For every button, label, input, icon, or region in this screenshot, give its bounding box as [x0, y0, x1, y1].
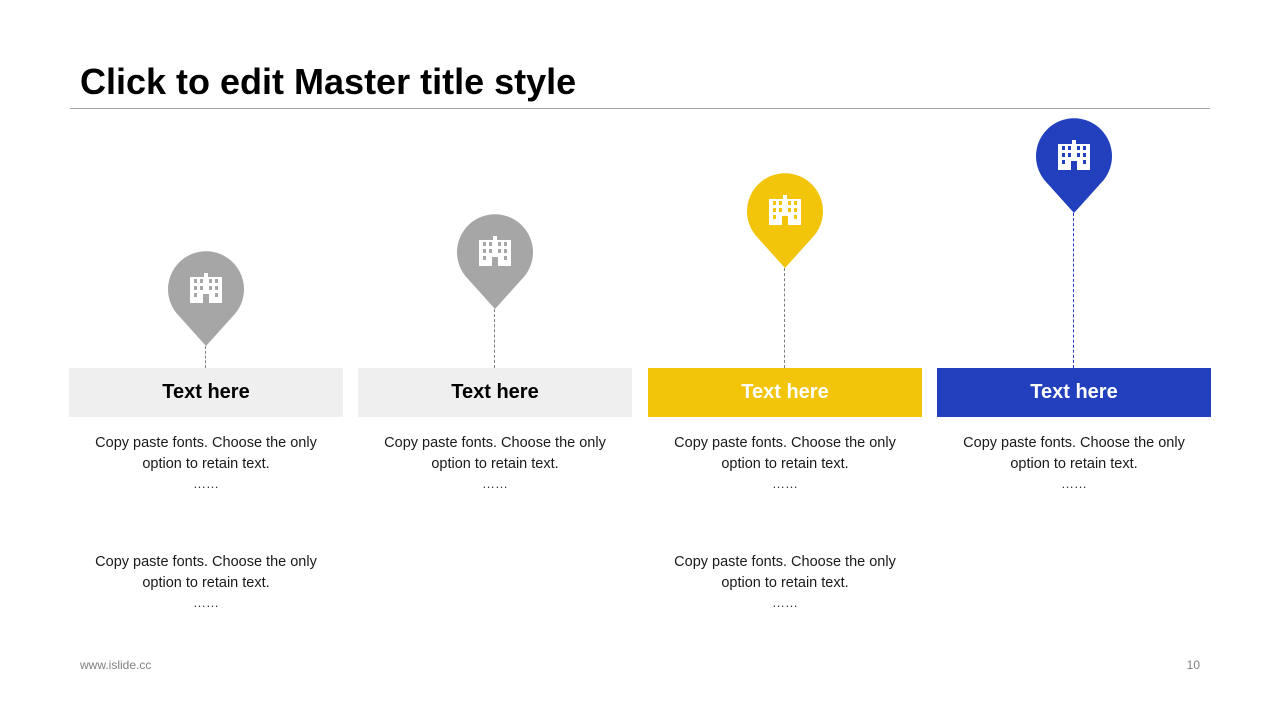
description-line: Copy paste fonts. Choose the only [384, 435, 606, 451]
description-line: option to retain text. [142, 456, 270, 472]
description-line: Copy paste fonts. Choose the only [95, 554, 317, 570]
label-bar[interactable]: Text here [937, 368, 1211, 417]
column-2: Text here Copy paste fonts. Choose the o… [358, 0, 632, 720]
label-bar[interactable]: Text here [69, 368, 343, 417]
column-4: Text here Copy paste fonts. Choose the o… [937, 0, 1211, 720]
description-line: Copy paste fonts. Choose the only [95, 435, 317, 451]
description-line: option to retain text. [1010, 456, 1138, 472]
map-pin-3 [746, 173, 824, 269]
column-3: Text here Copy paste fonts. Choose the o… [648, 0, 922, 720]
ellipsis-dots: …… [772, 476, 798, 491]
dashed-connector [784, 268, 785, 368]
description-text-block[interactable]: Copy paste fonts. Choose the only option… [69, 433, 343, 493]
dashed-connector [1073, 213, 1074, 368]
ellipsis-dots: …… [482, 476, 508, 491]
description-text-block-2[interactable]: Copy paste fonts. Choose the only option… [69, 552, 343, 612]
building-icon [479, 236, 511, 266]
ellipsis-dots: …… [193, 476, 219, 491]
map-pin-icon [1036, 118, 1112, 213]
building-icon [190, 273, 222, 303]
description-line: Copy paste fonts. Choose the only [963, 435, 1185, 451]
description-text-block-2[interactable]: Copy paste fonts. Choose the only option… [648, 552, 922, 612]
ellipsis-dots: …… [1061, 476, 1087, 491]
description-text-block[interactable]: Copy paste fonts. Choose the only option… [937, 433, 1211, 493]
map-pin-1 [167, 251, 245, 347]
ellipsis-dots: …… [772, 595, 798, 610]
description-line: Copy paste fonts. Choose the only [674, 554, 896, 570]
dashed-connector [205, 346, 206, 368]
page-number: 10 [1186, 658, 1200, 672]
building-icon [769, 195, 801, 225]
map-pin-icon [457, 214, 533, 309]
description-line: option to retain text. [431, 456, 559, 472]
footer-url[interactable]: www.islide.cc [80, 658, 151, 672]
description-line: Copy paste fonts. Choose the only [674, 435, 896, 451]
map-pin-icon [168, 251, 244, 346]
building-icon [1058, 140, 1090, 170]
description-text-block[interactable]: Copy paste fonts. Choose the only option… [358, 433, 632, 493]
map-pin-2 [456, 214, 534, 310]
label-bar[interactable]: Text here [358, 368, 632, 417]
map-pin-4 [1035, 118, 1113, 214]
slide: Click to edit Master title style Text he… [0, 0, 1280, 720]
label-bar[interactable]: Text here [648, 368, 922, 417]
dashed-connector [494, 309, 495, 368]
description-text-block[interactable]: Copy paste fonts. Choose the only option… [648, 433, 922, 493]
description-line: option to retain text. [721, 575, 849, 591]
map-pin-icon [747, 173, 823, 268]
ellipsis-dots: …… [193, 595, 219, 610]
description-line: option to retain text. [721, 456, 849, 472]
description-line: option to retain text. [142, 575, 270, 591]
column-1: Text here Copy paste fonts. Choose the o… [69, 0, 343, 720]
